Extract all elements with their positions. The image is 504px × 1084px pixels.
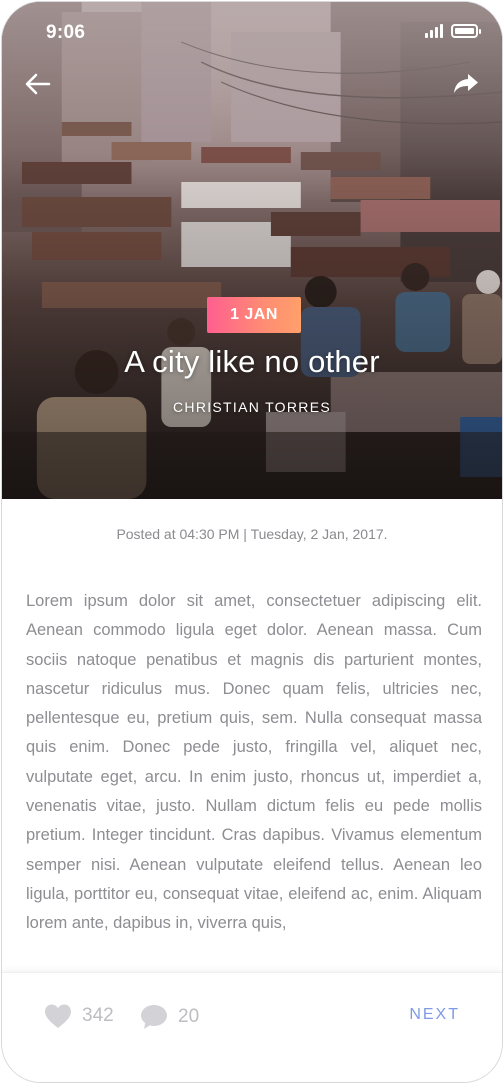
battery-icon <box>451 24 481 38</box>
hero-image: 9:06 1 JAN A city like no other CHRISTIA… <box>2 2 502 499</box>
hero-gradient-overlay <box>2 2 502 499</box>
next-button[interactable]: NEXT <box>409 1006 460 1024</box>
back-arrow-icon[interactable] <box>24 70 52 98</box>
comment-count: 20 <box>178 1006 200 1027</box>
like-count: 342 <box>82 1005 114 1026</box>
posted-timestamp: Posted at 04:30 PM | Tuesday, 2 Jan, 201… <box>116 526 388 542</box>
heart-icon <box>45 1004 71 1028</box>
article-author[interactable]: CHRISTIAN TORRES <box>2 399 502 415</box>
article-body: Lorem ipsum dolor sit amet, consectetuer… <box>26 592 482 933</box>
status-time: 9:06 <box>46 22 86 43</box>
phone-frame: 9:06 1 JAN A city like no other CHRISTIA… <box>1 1 503 1083</box>
date-badge: 1 JAN <box>207 297 301 333</box>
comment-button[interactable]: 20 <box>140 1003 199 1031</box>
share-icon[interactable] <box>452 70 480 98</box>
bottom-action-bar: 342 20 NEXT <box>2 972 502 1082</box>
status-icons <box>425 24 481 38</box>
comment-bubble-icon <box>141 1005 167 1029</box>
article-title: A city like no other <box>124 344 380 379</box>
signal-icon <box>425 24 443 38</box>
status-bar: 9:06 <box>2 2 502 66</box>
like-button[interactable]: 342 <box>44 1003 114 1029</box>
